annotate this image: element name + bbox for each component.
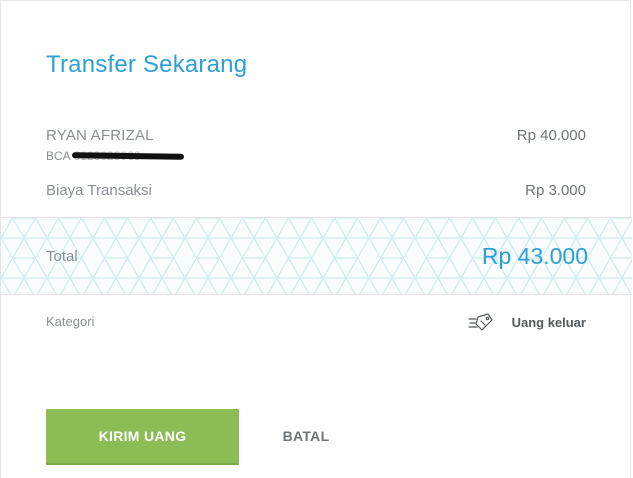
total-row: Total Rp 43.000: [1, 217, 632, 295]
recipient-bank-info: BCA 0123023068: [46, 149, 186, 163]
category-value: Uang keluar: [511, 314, 586, 330]
recipient-name: RYAN AFRIZAL: [46, 127, 154, 144]
cancel-button[interactable]: BATAL: [269, 409, 343, 463]
category-selector[interactable]: Uang keluar: [467, 311, 586, 333]
transfer-amount: Rp 40.000: [516, 127, 586, 144]
fee-label: Biaya Transaksi: [46, 182, 152, 199]
account-number-redacted: 0123023068: [71, 149, 186, 163]
category-label: Kategori: [46, 314, 95, 329]
total-value: Rp 43.000: [481, 243, 588, 269]
bank-name: BCA: [46, 149, 71, 163]
send-money-button[interactable]: KIRIM UANG: [46, 409, 239, 463]
transfer-panel: Transfer Sekarang RYAN AFRIZAL BCA 01230…: [0, 0, 632, 478]
fee-value: Rp 3.000: [525, 182, 586, 199]
tag-icon: [467, 313, 493, 331]
page-title: Transfer Sekarang: [46, 51, 248, 78]
total-label: Total: [46, 248, 78, 265]
